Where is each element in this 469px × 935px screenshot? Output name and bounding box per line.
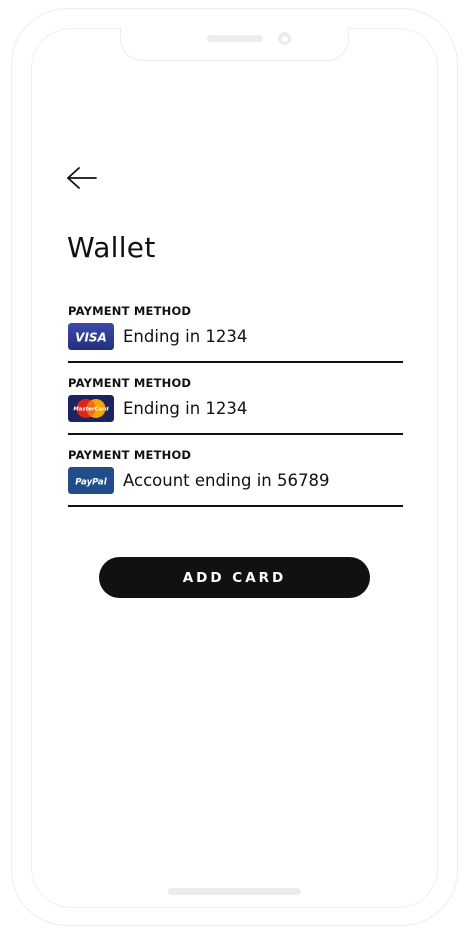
payment-method-label: PAYMENT METHOD [68,376,192,390]
home-indicator [168,888,301,895]
visa-logo-icon: VISA [68,323,114,350]
payment-method-visa[interactable]: PAYMENT METHOD VISA Ending in 1234 [68,304,403,363]
phone-notch [120,27,349,61]
back-button[interactable] [66,166,98,190]
svg-text:PayPal: PayPal [75,478,107,488]
front-camera [278,32,291,45]
payment-method-paypal[interactable]: PAYMENT METHOD PayPal Account ending in … [68,448,403,507]
mastercard-logo-icon: MasterCard [68,395,114,422]
payment-method-description: Ending in 1234 [123,399,248,418]
svg-text:MasterCard: MasterCard [73,407,108,413]
add-card-button[interactable]: ADD CARD [99,557,370,598]
payment-method-description: Ending in 1234 [123,327,248,346]
payment-method-mastercard[interactable]: PAYMENT METHOD MasterCard Ending in 1234 [68,376,403,435]
speaker-grille [207,35,263,42]
arrow-left-icon [66,166,98,190]
payment-method-label: PAYMENT METHOD [68,304,192,318]
payment-method-description: Account ending in 56789 [123,471,330,490]
page-title: Wallet [67,231,156,264]
notch-cover [122,26,347,30]
svg-text:VISA: VISA [75,331,107,345]
payment-method-label: PAYMENT METHOD [68,448,192,462]
paypal-logo-icon: PayPal [68,467,114,494]
